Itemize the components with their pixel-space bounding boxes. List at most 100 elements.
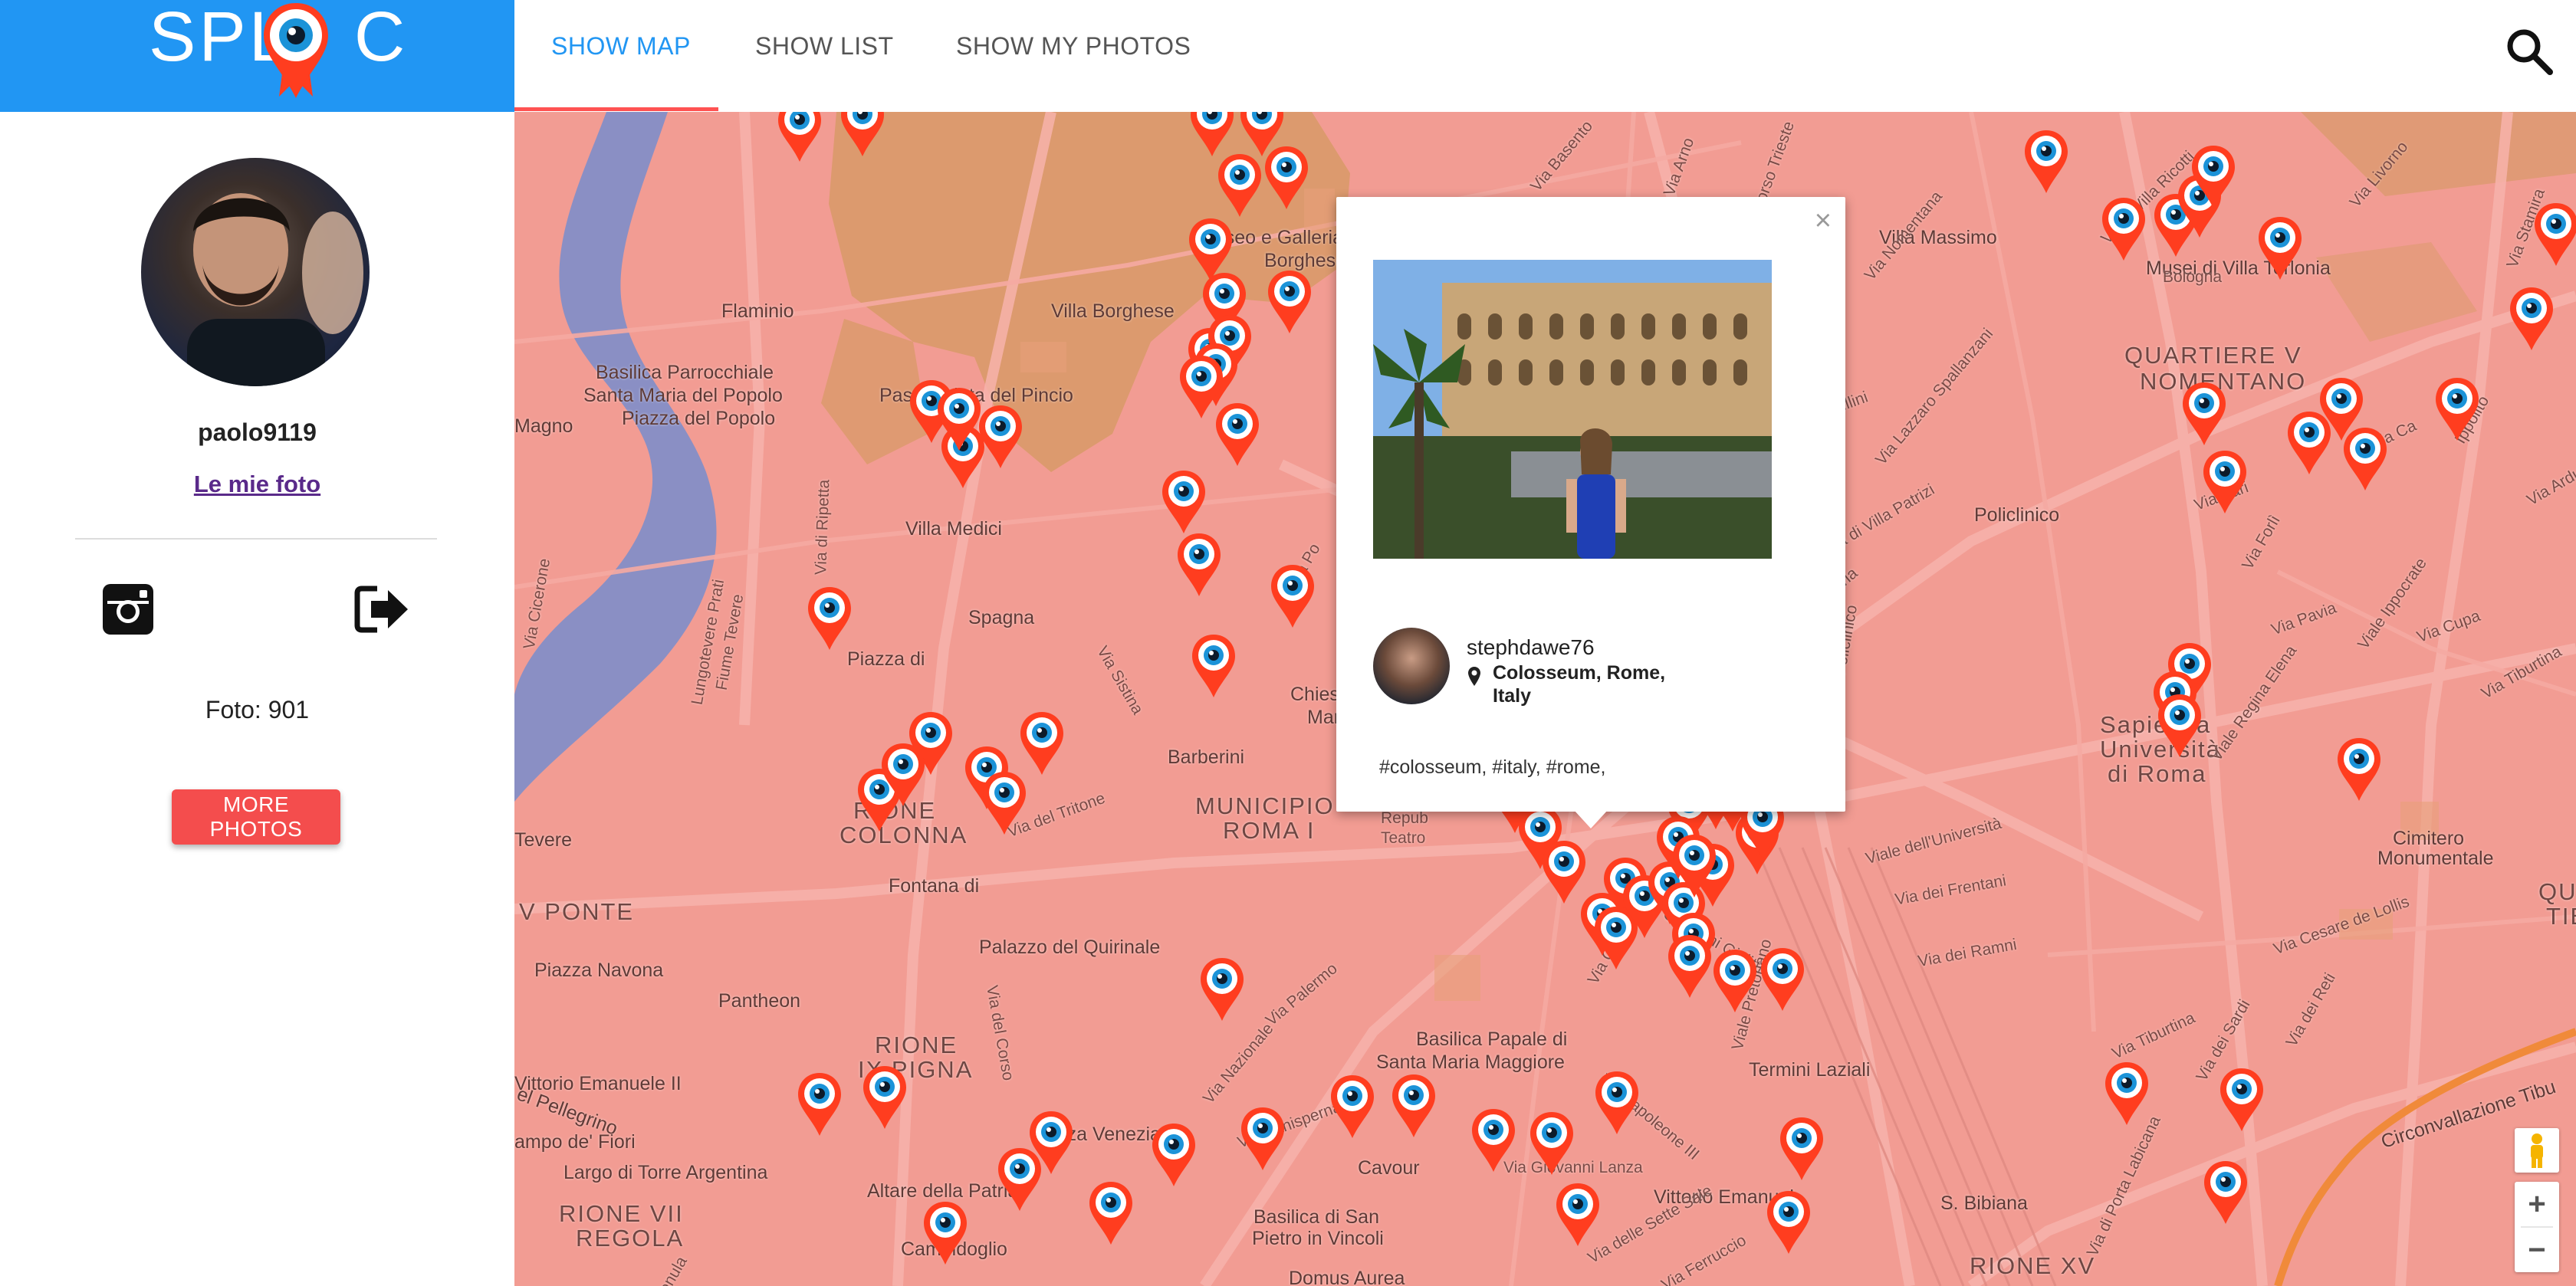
photo-pin-marker[interactable] <box>977 404 1024 470</box>
map-label: RIONE XV <box>1970 1252 2096 1279</box>
map-label: Cimitero <box>2393 828 2465 849</box>
map-label: Bologna <box>2163 268 2223 286</box>
map-label: RIONE <box>875 1032 958 1058</box>
map-label: Villa Medici <box>905 518 1002 540</box>
photo-pin-marker[interactable] <box>879 742 927 808</box>
map-label: Cavour <box>1358 1157 1420 1179</box>
logout-icon[interactable] <box>354 584 411 635</box>
photo-pin-marker[interactable] <box>2201 449 2249 515</box>
map-label: Basilica Papale di <box>1416 1028 1568 1050</box>
map-label: Palazzo del Quirinale <box>979 937 1161 958</box>
my-photos-link[interactable]: Le mie foto <box>0 471 514 498</box>
photo-pin-marker[interactable] <box>1711 948 1759 1014</box>
photo-pin-marker[interactable] <box>1160 469 1208 535</box>
photo-pin-marker[interactable] <box>2100 196 2147 262</box>
map-label: Fontana di <box>889 875 980 897</box>
photo-pin-marker[interactable] <box>1214 402 1261 467</box>
map-label: Via di Ripetta <box>812 479 833 576</box>
photo-pin-marker[interactable] <box>839 112 886 158</box>
photo-pin-marker[interactable] <box>1188 112 1236 158</box>
zoom-in-button[interactable]: + <box>2515 1182 2559 1226</box>
map-label: Pantheon <box>718 990 801 1012</box>
photo-pin-marker[interactable] <box>1528 1110 1576 1176</box>
map-label: MUNICIPIO <box>1195 792 1335 819</box>
photo-pin-marker[interactable] <box>2202 1160 2249 1225</box>
profile-username: paolo9119 <box>198 418 317 446</box>
photo-pin-marker[interactable] <box>1778 1116 1825 1182</box>
photo-pin-marker[interactable] <box>1190 633 1237 699</box>
tab-show-list[interactable]: SHOW LIST <box>755 32 894 61</box>
photo-pin-marker[interactable] <box>2341 426 2389 492</box>
photo-pin-marker[interactable] <box>981 770 1028 836</box>
map-label: Tevere <box>514 829 573 851</box>
photo-pin-marker[interactable] <box>796 1071 843 1137</box>
street-view-pegman[interactable] <box>2515 1128 2559 1173</box>
photo-count: Foto: 901 <box>205 696 310 723</box>
photo-pin-marker[interactable] <box>996 1147 1043 1212</box>
photo-pin-marker[interactable] <box>1018 710 1066 776</box>
popup-photo[interactable] <box>1373 260 1772 559</box>
popup-username[interactable]: stephdawe76 <box>1467 635 1595 660</box>
photo-pin-marker[interactable] <box>2156 693 2203 759</box>
tab-show-my-photos[interactable]: SHOW MY PHOTOS <box>956 32 1191 61</box>
map-label: ampo de' Fiori <box>514 1131 636 1153</box>
photo-pin-marker[interactable] <box>922 1200 969 1266</box>
photo-pin-marker[interactable] <box>935 386 983 452</box>
photo-pin-marker[interactable] <box>1263 145 1310 211</box>
photo-pin-marker[interactable] <box>1216 153 1263 218</box>
photo-pin-marker[interactable] <box>1239 1106 1286 1172</box>
photo-pin-marker[interactable] <box>1175 532 1223 598</box>
zoom-out-button[interactable]: − <box>2515 1228 2559 1272</box>
logo-eye-pin-icon <box>264 3 328 98</box>
location-pin-icon <box>1468 667 1480 686</box>
active-tab-indicator <box>514 107 718 111</box>
photo-pin-marker[interactable] <box>1329 1074 1376 1140</box>
photo-pin-marker[interactable] <box>1150 1122 1198 1188</box>
photo-pin-marker[interactable] <box>2335 736 2383 802</box>
photo-pin-marker[interactable] <box>1266 269 1313 335</box>
map-label: Chies <box>1290 684 1339 705</box>
photo-pin-marker[interactable] <box>2532 202 2576 267</box>
photo-pin-marker[interactable] <box>2285 410 2333 476</box>
photo-pin-marker[interactable] <box>2508 286 2555 352</box>
photo-pin-marker[interactable] <box>2218 1067 2266 1133</box>
map-label: Piazza Navona <box>534 960 664 981</box>
photo-pin-marker[interactable] <box>1198 956 1246 1022</box>
logo-bar[interactable]: SPL C <box>0 0 514 112</box>
zoom-control: + − <box>2515 1182 2559 1272</box>
map-label: RIONE VII <box>559 1200 684 1227</box>
photo-pin-marker[interactable] <box>776 112 823 163</box>
map-label: Barberini <box>1168 746 1245 768</box>
popup-user-avatar[interactable] <box>1373 628 1450 704</box>
photo-pin-marker[interactable] <box>2103 1061 2150 1127</box>
map-label: Termini Laziali <box>1749 1059 1871 1081</box>
photo-pin-marker[interactable] <box>2256 215 2304 281</box>
photo-pin-marker[interactable] <box>806 586 853 651</box>
map-label: Teatro <box>1381 829 1426 847</box>
photo-pin-marker[interactable] <box>1470 1107 1517 1173</box>
photo-pin-marker[interactable] <box>1390 1073 1438 1139</box>
divider <box>75 538 437 540</box>
photo-pin-marker[interactable] <box>1554 1182 1602 1248</box>
tab-show-map[interactable]: SHOW MAP <box>551 32 691 61</box>
photo-pin-marker[interactable] <box>1759 946 1806 1012</box>
close-icon[interactable]: × <box>1815 205 1832 238</box>
photo-pin-marker[interactable] <box>2022 129 2070 195</box>
photo-pin-marker[interactable] <box>1765 1189 1812 1255</box>
instagram-icon[interactable] <box>100 581 156 638</box>
map-label: Domus Aurea <box>1289 1268 1405 1286</box>
map-label: Flaminio <box>721 300 794 322</box>
photo-pin-marker[interactable] <box>1666 933 1714 999</box>
popup-tail <box>1574 810 1608 828</box>
search-icon[interactable] <box>2504 26 2555 77</box>
more-photos-button[interactable]: MORE PHOTOS <box>172 789 340 845</box>
photo-pin-marker[interactable] <box>2190 144 2237 210</box>
photo-pin-marker[interactable] <box>2180 381 2228 447</box>
photo-pin-marker[interactable] <box>1593 1070 1641 1136</box>
pegman-icon <box>2531 1133 2543 1168</box>
photo-pin-marker[interactable] <box>861 1065 909 1130</box>
photo-pin-marker[interactable] <box>1671 833 1718 899</box>
photo-pin-marker[interactable] <box>2433 376 2481 442</box>
photo-pin-marker[interactable] <box>1269 563 1316 629</box>
photo-pin-marker[interactable] <box>1087 1180 1135 1246</box>
